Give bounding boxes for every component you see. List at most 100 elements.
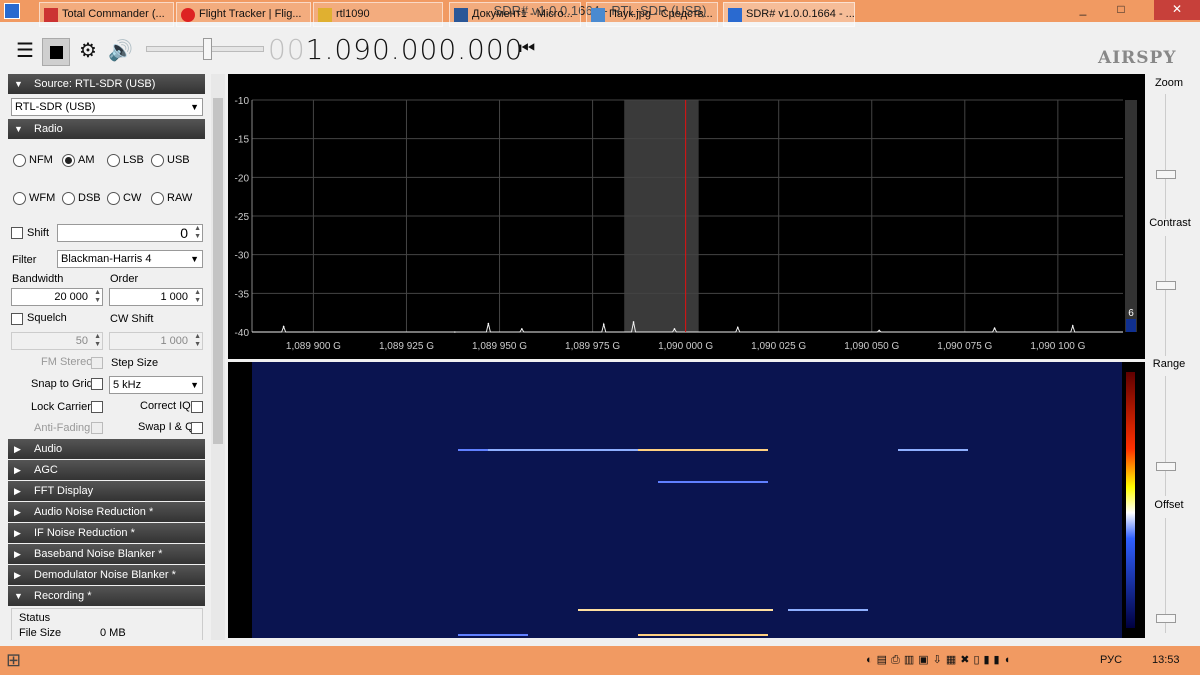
taskbar-item-sdrsharp[interactable]: SDR# v1.0.0.1664 - ... [723,2,855,27]
tray-icons[interactable]: ◐▤⎙▥▣⇩▦✖▯▮▮◖ [866,646,1066,675]
speaker-icon[interactable]: 🔊 [108,40,133,62]
y-tick-label: -20 [235,173,250,184]
left-panel-scrollbar[interactable] [211,74,225,640]
squelch-checkbox[interactable] [11,313,23,325]
volume-slider[interactable] [146,38,264,60]
taskbar-item-flight-tracker[interactable]: Flight Tracker | Flig... [176,2,311,27]
stepsize-label: Step Size [111,357,159,369]
correctiq-checkbox[interactable] [191,401,203,413]
spectrum-view[interactable]: -10 -15 -20 -25 -30 -35 -40 1,089 900 G 1,089 92… [228,74,1145,359]
spectrum-peak [454,331,456,333]
mode-cw[interactable]: CW [107,192,141,205]
source-select[interactable]: RTL-SDR (USB) ▼ [11,98,203,116]
contrast-label: Contrast [1149,217,1191,229]
recording-panel-header[interactable]: ▼ Recording * [8,586,205,606]
x-tick-label: 1,089 925 G [379,341,434,352]
mode-wfm[interactable]: WFM [13,192,55,205]
antifading-label: Anti-Fading [34,422,91,434]
audio-panel-header[interactable]: ▶ Audio [8,439,205,459]
folder-icon [318,8,332,22]
scrollbar-thumb[interactable] [213,98,223,444]
squelch-input[interactable]: 50 ▲ ▼ [11,332,103,350]
stepsize-select[interactable]: 5 kHz ▼ [109,376,203,394]
left-panel: ▼ Source: RTL-SDR (USB) RTL-SDR (USB) ▼ ▼ R… [8,74,212,640]
order-label: Order [110,273,139,285]
lockcarrier-checkbox[interactable] [91,401,103,413]
taskbar-item-total-commander[interactable]: Total Commander (... [39,2,174,27]
volume-thumb[interactable] [203,38,212,60]
level-value: 6 [1128,308,1134,319]
taskbar-item-word[interactable]: Документ1 - Micro... [449,2,581,27]
spectrum-peak [282,325,285,328]
minimize-button[interactable]: _ [1070,0,1096,20]
x-tick-label: 1,090 050 G [844,341,899,352]
mode-lsb[interactable]: LSB [107,154,144,167]
swapiq-checkbox[interactable] [191,422,203,434]
radio-panel-header[interactable]: ▼ Radio [8,119,205,139]
if-noise-reduction-header[interactable]: ▶ IF Noise Reduction * [8,523,205,543]
cwshift-input[interactable]: 1 000 ▲ ▼ [109,332,203,350]
demodulator-noise-blanker-header[interactable]: ▶ Demodulator Noise Blanker * [8,565,205,585]
mode-nfm[interactable]: NFM [13,154,53,167]
language-indicator[interactable]: РУС [1100,646,1122,675]
x-tick-label: 1,089 950 G [472,341,527,352]
stop-button[interactable] [42,38,70,66]
mode-am[interactable]: AM [62,154,95,167]
antifading-checkbox[interactable] [91,422,103,434]
audio-noise-reduction-header[interactable]: ▶ Audio Noise Reduction * [8,502,205,522]
hamburger-icon[interactable]: ☰ [13,40,37,62]
taskbar-item-rtl1090[interactable]: rtl1090 [313,2,443,27]
x-tick-label: 1,090 100 G [1030,341,1085,352]
airspy-logo: AIRSPY [1098,48,1177,68]
sdr-icon [728,8,742,22]
waterfall-chart [252,362,1135,638]
frequency-display[interactable]: 001.090.000.000 [268,33,524,66]
zoom-label: Zoom [1154,77,1184,89]
shift-input[interactable]: 0 ▲ ▼ [57,224,203,242]
y-tick-label: -10 [235,96,250,107]
stop-icon [50,46,63,59]
zoom-slider[interactable] [1165,94,1173,219]
order-input[interactable]: 1 000 ▲ ▼ [109,288,203,306]
waterfall-view[interactable] [228,362,1145,638]
snap-label: Snap to Grid [31,378,93,390]
lockcarrier-label: Lock Carrier [31,401,91,413]
tune-icon[interactable]: ⏮ [519,38,535,59]
mode-usb[interactable]: USB [151,154,190,167]
zoom-thumb[interactable] [1156,170,1176,179]
bandwidth-input[interactable]: 20 000 ▲ ▼ [11,288,103,306]
range-label: Range [1152,358,1186,370]
contrast-thumb[interactable] [1156,281,1176,290]
gear-icon[interactable]: ⚙ [76,40,100,62]
agc-panel-header[interactable]: ▶ AGC [8,460,205,480]
x-tick-label: 1,090 025 G [751,341,806,352]
maximize-button[interactable]: □ [1108,0,1134,20]
contrast-slider[interactable] [1165,236,1173,356]
windows-start-icon[interactable]: ⊞ [6,650,21,671]
filter-label: Filter [12,254,37,266]
y-tick-label: -15 [235,135,250,146]
level-bar [1125,100,1137,332]
clock[interactable]: 13:53 [1152,646,1180,675]
source-panel-header[interactable]: ▼ Source: RTL-SDR (USB) [8,74,205,94]
shift-checkbox[interactable] [11,227,23,239]
taskbar-item-paint[interactable]: Паук.jpg - Средств... [586,2,718,27]
image-icon [591,8,605,22]
word-icon [454,8,468,22]
mode-raw[interactable]: RAW [151,192,192,205]
spectrum-peak [878,329,880,332]
range-thumb[interactable] [1156,462,1176,471]
shift-label: Shift [27,227,50,239]
browser-icon [181,8,195,22]
offset-thumb[interactable] [1156,614,1176,623]
range-slider[interactable] [1165,376,1173,496]
mode-dsb[interactable]: DSB [62,192,101,205]
close-button[interactable]: ✕ [1154,0,1200,20]
baseband-noise-blanker-header[interactable]: ▶ Baseband Noise Blanker * [8,544,205,564]
fft-display-panel-header[interactable]: ▶ FFT Display [8,481,205,501]
spectrum-peak [736,326,739,329]
status-label: Status [19,612,51,624]
fmstereo-checkbox[interactable] [91,357,103,369]
filter-select[interactable]: Blackman-Harris 4 ▼ [57,250,203,268]
snap-checkbox[interactable] [91,378,103,390]
